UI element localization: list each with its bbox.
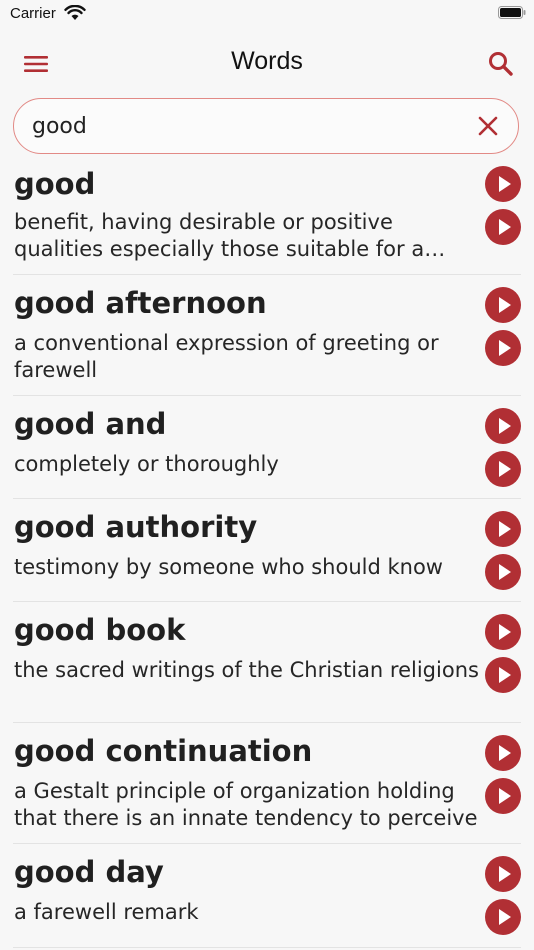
play-definition-button[interactable]	[485, 451, 521, 487]
nav-bar: Words	[0, 36, 534, 90]
list-item[interactable]: good continuation a Gestalt principle of…	[13, 723, 521, 844]
word-definition: a farewell remark	[14, 900, 199, 924]
list-item[interactable]: good day a farewell remark	[13, 844, 521, 948]
play-word-button[interactable]	[485, 614, 521, 650]
clear-icon[interactable]	[476, 114, 500, 138]
list-item[interactable]: good authority testimony by someone who …	[13, 499, 521, 602]
play-definition-button[interactable]	[485, 554, 521, 590]
play-word-button[interactable]	[485, 856, 521, 892]
page-title: Words	[231, 47, 303, 75]
list-item[interactable]: good and completely or thoroughly	[13, 396, 521, 499]
word-title: good authority	[14, 510, 258, 544]
battery-icon	[498, 6, 526, 19]
list-item[interactable]: good afternoon a conventional expression…	[13, 275, 521, 396]
play-word-button[interactable]	[485, 408, 521, 444]
carrier-label: Carrier	[10, 5, 56, 22]
word-definition: completely or thoroughly	[14, 452, 279, 476]
play-word-button[interactable]	[485, 735, 521, 771]
play-word-button[interactable]	[485, 166, 521, 202]
results-list: good benefit, having desirable or positi…	[0, 163, 534, 948]
play-definition-button[interactable]	[485, 899, 521, 935]
play-definition-button[interactable]	[485, 778, 521, 814]
status-bar: Carrier	[0, 0, 534, 28]
word-definition: the sacred writings of the Christian rel…	[14, 658, 479, 682]
play-word-button[interactable]	[485, 511, 521, 547]
word-title: good	[14, 167, 96, 201]
list-item[interactable]: good benefit, having desirable or positi…	[13, 163, 521, 275]
list-item[interactable]: good book the sacred writings of the Chr…	[13, 602, 521, 723]
word-title: good afternoon	[14, 286, 267, 320]
play-definition-button[interactable]	[485, 330, 521, 366]
word-definition: a Gestalt principle of organization hold…	[14, 779, 478, 830]
word-title: good continuation	[14, 734, 313, 768]
word-title: good book	[14, 613, 186, 647]
play-definition-button[interactable]	[485, 657, 521, 693]
word-definition: benefit, having desirable or positive qu…	[14, 210, 425, 261]
play-word-button[interactable]	[485, 287, 521, 323]
wifi-icon	[64, 5, 86, 20]
search-icon[interactable]	[486, 49, 516, 79]
play-definition-button[interactable]	[485, 209, 521, 245]
word-title: good day	[14, 855, 164, 889]
search-field	[13, 98, 519, 154]
search-input[interactable]	[32, 109, 462, 143]
word-definition: a conventional expression of greeting or…	[14, 331, 439, 382]
word-title: good and	[14, 407, 167, 441]
word-definition: testimony by someone who should know	[14, 555, 443, 579]
